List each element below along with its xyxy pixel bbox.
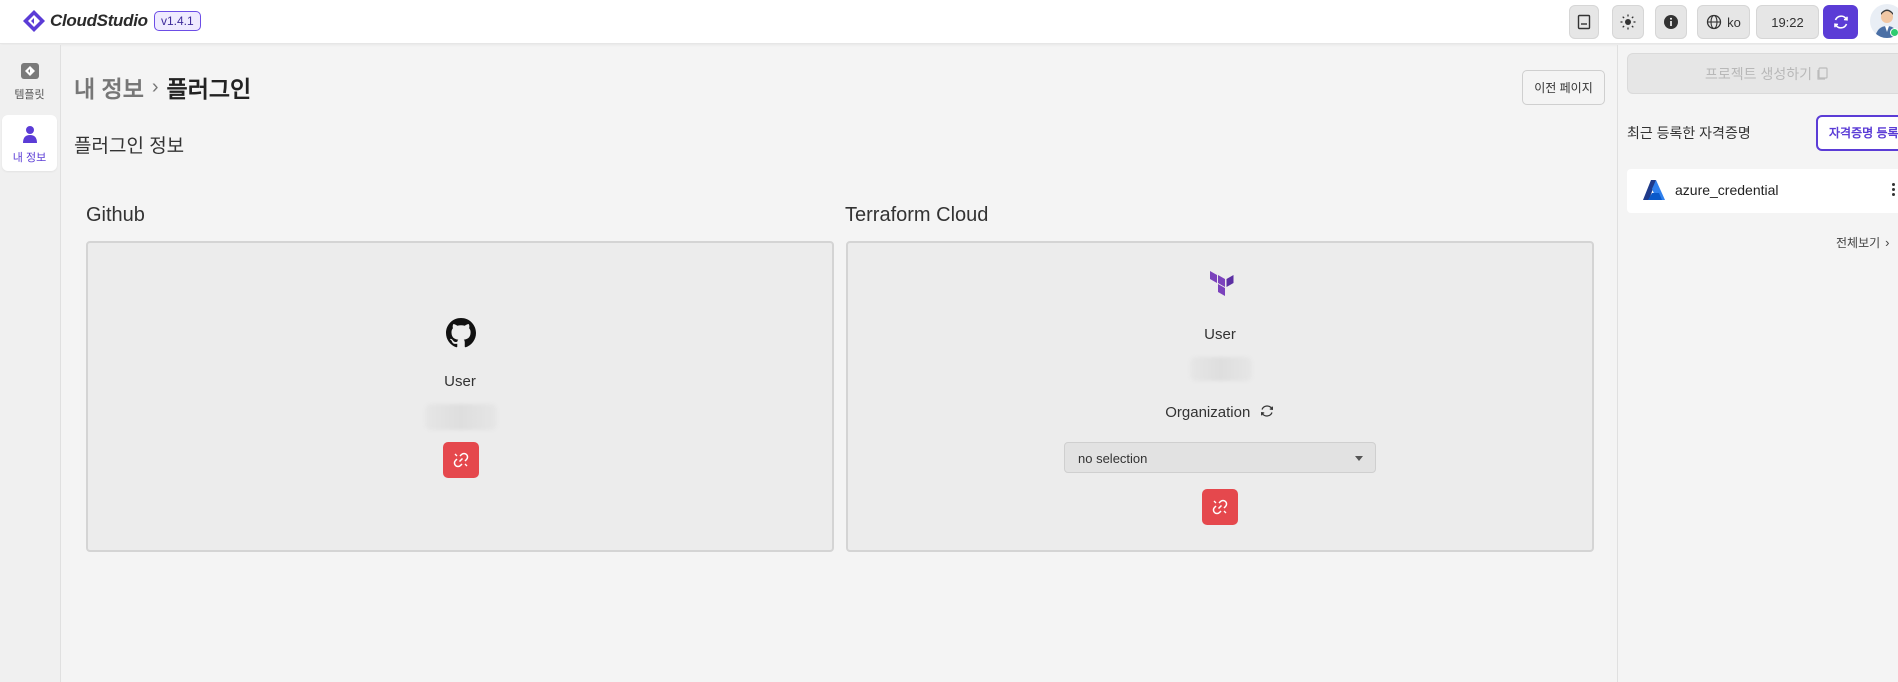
back-button[interactable]: 이전 페이지 xyxy=(1522,70,1605,105)
terraform-username-redacted xyxy=(1190,357,1252,381)
nav-item-label: 템플릿 xyxy=(14,89,45,101)
unlink-icon xyxy=(1212,499,1228,515)
info-icon xyxy=(1664,15,1678,29)
top-bar: CloudStudio v1.4.1 ko 19:22 xyxy=(0,0,1898,44)
organization-select-value: no selection xyxy=(1078,451,1148,466)
version-badge: v1.4.1 xyxy=(154,11,201,31)
organization-select[interactable]: no selection xyxy=(1064,442,1376,473)
github-user-label: User xyxy=(444,373,476,390)
online-status-dot xyxy=(1890,28,1898,37)
github-title: Github xyxy=(86,204,145,226)
github-unlink-button[interactable] xyxy=(443,442,479,478)
github-card: User xyxy=(86,241,834,552)
brand-name: CloudStudio xyxy=(50,11,148,30)
logo[interactable]: CloudStudio xyxy=(22,9,148,33)
info-button[interactable] xyxy=(1655,5,1687,39)
template-icon xyxy=(21,63,39,79)
credential-name: azure_credential xyxy=(1675,182,1779,198)
language-label: ko xyxy=(1727,14,1741,30)
recent-credentials-title: 최근 등록한 자격증명 xyxy=(1627,125,1751,141)
right-panel: 프로젝트 생성하기 최근 등록한 자격증명 자격증명 등록 azure_cred… xyxy=(1617,45,1898,682)
left-nav: 템플릿 내 정보 xyxy=(0,45,61,682)
globe-icon xyxy=(1706,14,1722,30)
notebook-icon xyxy=(1577,14,1591,30)
breadcrumb: 내 정보 › 플러그인 xyxy=(74,70,251,104)
language-button[interactable]: ko xyxy=(1697,5,1750,39)
chevron-right-icon: › xyxy=(1885,235,1890,250)
caret-down-icon xyxy=(1355,456,1363,461)
page-title: 플러그인 xyxy=(166,76,252,102)
github-username-redacted xyxy=(425,404,497,430)
clock-label: 19:22 xyxy=(1771,14,1804,30)
terraform-user-label: User xyxy=(1204,326,1236,343)
create-project-label: 프로젝트 생성하기 xyxy=(1705,65,1812,82)
theme-toggle-button[interactable] xyxy=(1612,5,1644,39)
organization-label: Organization xyxy=(1165,404,1251,421)
terraform-icon xyxy=(1210,271,1234,296)
github-icon xyxy=(446,318,476,348)
create-project-button[interactable]: 프로젝트 생성하기 xyxy=(1627,53,1898,94)
view-all-link[interactable]: 전체보기 › xyxy=(1836,234,1890,251)
kebab-menu-icon[interactable] xyxy=(1889,181,1897,201)
person-icon xyxy=(23,126,37,143)
copy-icon xyxy=(1817,67,1828,80)
breadcrumb-parent[interactable]: 내 정보 xyxy=(74,70,144,104)
section-title: 플러그인 정보 xyxy=(74,136,185,157)
refresh-icon[interactable] xyxy=(1259,403,1275,419)
azure-icon xyxy=(1643,180,1665,200)
terraform-card: User Organization no selection xyxy=(846,241,1594,552)
chevron-right-icon: › xyxy=(151,75,159,98)
unlink-icon xyxy=(453,452,469,468)
sync-icon xyxy=(1833,15,1848,29)
cloudstudio-logo-icon xyxy=(23,10,45,32)
terraform-unlink-button[interactable] xyxy=(1202,489,1238,525)
sync-button[interactable] xyxy=(1823,5,1858,39)
sun-icon xyxy=(1620,14,1636,30)
nav-item-label: 내 정보 xyxy=(12,152,47,164)
terraform-title: Terraform Cloud xyxy=(845,204,989,226)
view-all-label: 전체보기 xyxy=(1836,236,1881,250)
credential-item[interactable]: azure_credential xyxy=(1627,169,1898,213)
clock-display: 19:22 xyxy=(1756,5,1819,39)
organization-row: Organization xyxy=(848,403,1592,422)
notebook-button[interactable] xyxy=(1569,5,1599,39)
register-credential-button[interactable]: 자격증명 등록 xyxy=(1816,115,1898,151)
nav-item-template[interactable]: 템플릿 xyxy=(2,52,57,108)
nav-item-my-info[interactable]: 내 정보 xyxy=(2,115,57,171)
